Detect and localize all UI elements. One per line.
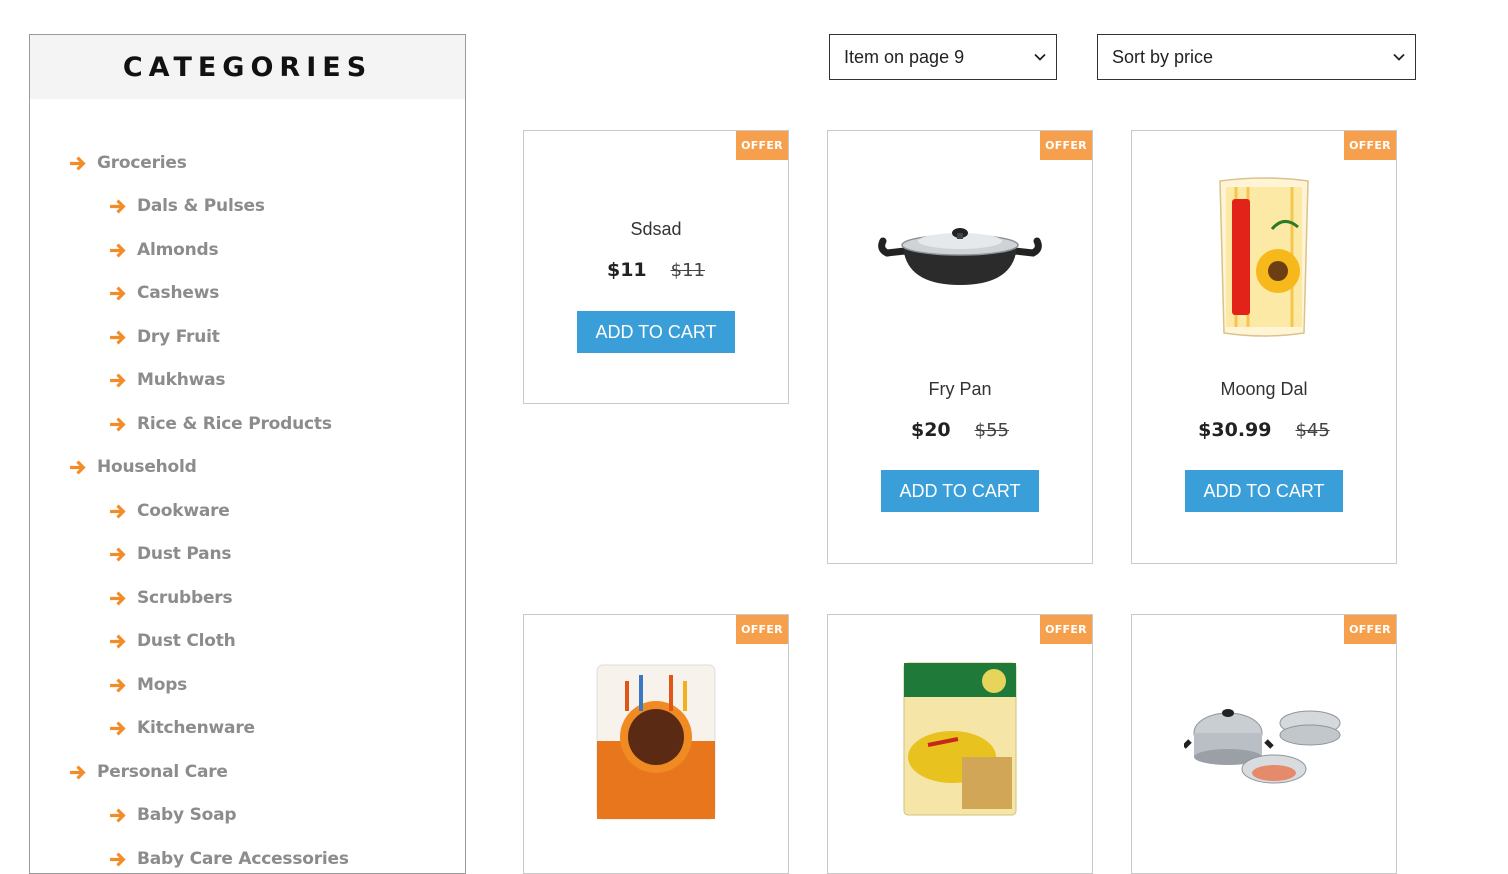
arrow-right-icon (110, 417, 126, 431)
sort-value: Sort by price (1112, 46, 1214, 67)
arrow-right-icon (70, 460, 86, 474)
category-label: Dust Pans (137, 544, 232, 564)
category-label: Household (97, 457, 197, 477)
arrow-right-icon (70, 156, 86, 170)
product-card: OFFER Moong Dal $30.99 $45 ADD TO CART (1131, 130, 1397, 564)
arrow-right-icon (110, 591, 126, 605)
category-dry-fruit[interactable]: Dry Fruit (109, 325, 220, 349)
category-cashews[interactable]: Cashews (109, 281, 219, 305)
product-old-price: $45 (1295, 420, 1330, 441)
salt-pack-image[interactable] (593, 661, 719, 823)
categories-header: CATEGORIES (30, 35, 465, 99)
arrow-right-icon (110, 373, 126, 387)
category-cookware[interactable]: Cookware (109, 499, 230, 523)
category-dust-cloth[interactable]: Dust Cloth (109, 629, 236, 653)
product-name[interactable]: Fry Pan (828, 379, 1092, 400)
arrow-right-icon (110, 634, 126, 648)
arrow-right-icon (110, 330, 126, 344)
category-personal-care[interactable]: Personal Care (69, 760, 228, 784)
product-name[interactable]: Moong Dal (1132, 379, 1396, 400)
arrow-right-icon (110, 243, 126, 257)
categories-title: CATEGORIES (122, 51, 373, 83)
offer-badge: OFFER (736, 615, 788, 644)
sort-select[interactable]: Sort by price (1097, 34, 1416, 80)
category-label: Mops (137, 675, 188, 695)
add-to-cart-button[interactable]: ADD TO CART (1185, 470, 1343, 512)
arrow-right-icon (110, 286, 126, 300)
category-dust-pans[interactable]: Dust Pans (109, 542, 231, 566)
category-mops[interactable]: Mops (109, 673, 187, 697)
arrow-right-icon (110, 199, 126, 213)
category-label: Mukhwas (137, 370, 226, 390)
offer-badge: OFFER (1040, 131, 1092, 160)
items-per-page-value: Item on page 9 (844, 46, 965, 67)
product-name[interactable]: Sdsad (524, 219, 788, 240)
product-price: $30.99 (1198, 419, 1272, 441)
add-to-cart-button[interactable]: ADD TO CART (577, 311, 735, 353)
category-label: Cashews (137, 283, 220, 303)
product-card: OFFER (827, 614, 1093, 874)
items-per-page-select[interactable]: Item on page 9 (829, 34, 1057, 80)
category-rice-products[interactable]: Rice & Rice Products (109, 412, 332, 436)
category-label: Dry Fruit (137, 327, 220, 347)
categories-sidebar: CATEGORIES Groceries Dals & Pulses Almon… (29, 34, 466, 874)
category-label: Groceries (97, 153, 187, 173)
offer-badge: OFFER (1040, 615, 1092, 644)
category-label: Kitchenware (137, 718, 255, 738)
arrow-right-icon (110, 547, 126, 561)
category-label: Dust Cloth (137, 631, 236, 651)
offer-badge: OFFER (1344, 615, 1396, 644)
add-to-cart-button[interactable]: ADD TO CART (881, 470, 1039, 512)
arrow-right-icon (110, 852, 126, 866)
product-old-price: $55 (974, 420, 1010, 441)
arrow-right-icon (110, 504, 126, 518)
arrow-right-icon (70, 765, 86, 779)
chevron-down-icon (1393, 53, 1405, 61)
product-old-price: $11 (670, 260, 706, 281)
category-label: Baby Care Accessories (137, 849, 349, 869)
product-prices: $20 $55 (828, 419, 1092, 441)
product-card: OFFER Fry Pan $20 $55 ADD TO CART (827, 130, 1093, 564)
category-kitchenware[interactable]: Kitchenware (109, 716, 255, 740)
category-scrubbers[interactable]: Scrubbers (109, 586, 233, 610)
product-price: $11 (606, 259, 647, 281)
product-card: OFFER (1131, 614, 1397, 874)
category-label: Rice & Rice Products (137, 414, 332, 434)
product-card: OFFER (523, 614, 789, 874)
product-price: $20 (910, 419, 951, 441)
dal-pack-image[interactable] (902, 661, 1018, 817)
product-card: OFFER Sdsad $11 $11 ADD TO CART (523, 130, 789, 404)
category-mukhwas[interactable]: Mukhwas (109, 368, 226, 392)
chevron-down-icon (1034, 53, 1046, 61)
offer-badge: OFFER (736, 131, 788, 160)
arrow-right-icon (110, 678, 126, 692)
category-dals-pulses[interactable]: Dals & Pulses (109, 194, 265, 218)
offer-badge: OFFER (1344, 131, 1396, 160)
product-prices: $11 $11 (524, 259, 788, 281)
oil-pouch-image[interactable] (1214, 175, 1314, 339)
arrow-right-icon (110, 721, 126, 735)
category-label: Baby Soap (137, 805, 237, 825)
idli-cooker-image[interactable] (1184, 693, 1344, 793)
category-household[interactable]: Household (69, 455, 197, 479)
category-groceries[interactable]: Groceries (69, 151, 187, 175)
category-label: Almonds (137, 240, 219, 260)
category-label: Scrubbers (137, 588, 233, 608)
category-baby-soap[interactable]: Baby Soap (109, 803, 237, 827)
category-label: Personal Care (97, 762, 228, 782)
category-almonds[interactable]: Almonds (109, 238, 219, 262)
category-label: Dals & Pulses (137, 196, 265, 216)
fry-pan-image[interactable] (875, 219, 1045, 289)
category-label: Cookware (137, 501, 230, 521)
product-prices: $30.99 $45 (1132, 419, 1396, 441)
arrow-right-icon (110, 808, 126, 822)
